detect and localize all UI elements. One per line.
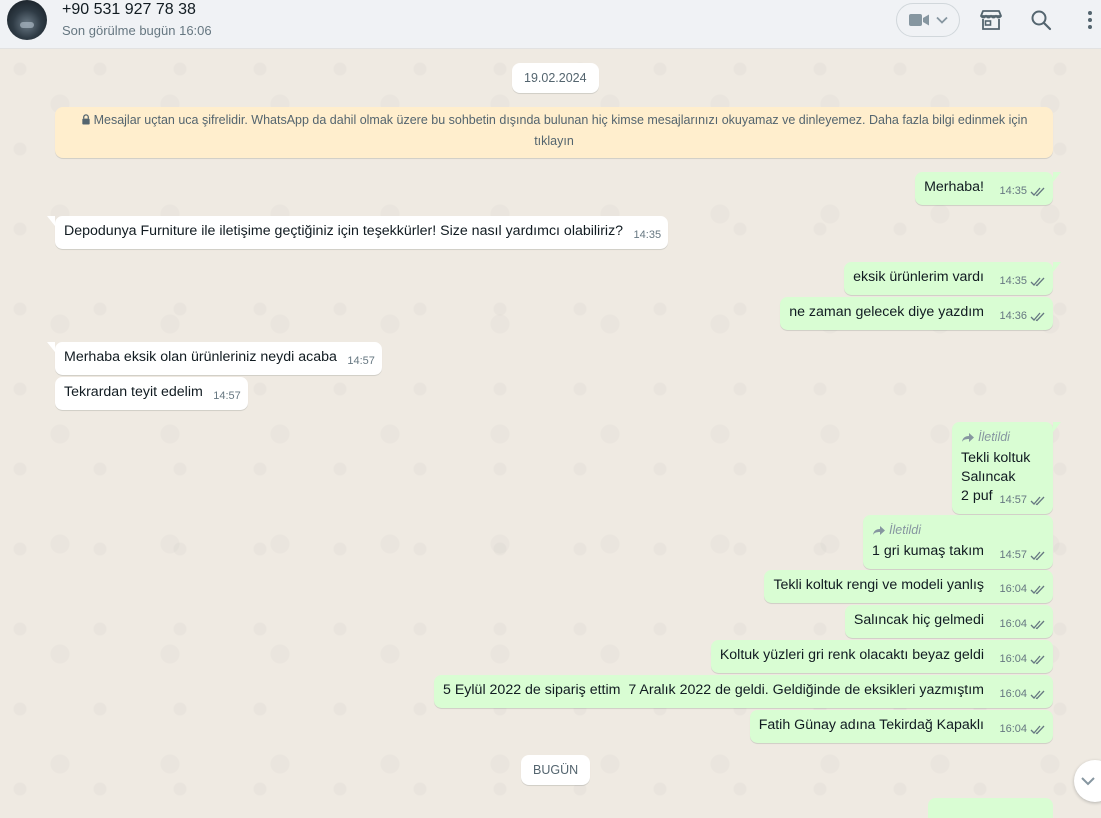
double-check-icon — [1030, 496, 1045, 506]
outgoing-message[interactable]: ne zaman gelecek diye yazdım 14:36 — [780, 297, 1053, 330]
message-time: 14:35 — [999, 275, 1027, 287]
message-text: Depodunya Furniture ile iletişime geçtiğ… — [64, 223, 624, 239]
message-text: 1 gri kumaş takım — [872, 543, 984, 559]
message-text: Koltuk yüzleri gri renk olacaktı beyaz g… — [719, 647, 984, 663]
forwarded-message[interactable]: İletildi 1 gri kumaş takım 14:57 — [863, 515, 1053, 569]
message-line: Salıncak — [961, 469, 1016, 485]
message-line: Tekli koltuk — [961, 450, 1031, 466]
last-seen-status: Son görülme bugün 16:06 — [62, 23, 212, 38]
message-text: Tekrardan teyit edelim — [64, 384, 203, 400]
date-divider-label: 19.02.2024 — [524, 71, 587, 85]
search-icon[interactable] — [1029, 8, 1053, 32]
forwarded-message[interactable]: İletildi Tekli koltuk Salıncak 2 puf 14:… — [952, 422, 1061, 514]
double-check-icon — [1030, 620, 1045, 630]
forward-icon — [962, 433, 974, 442]
incoming-message[interactable]: Depodunya Furniture ile iletişime geçtiğ… — [47, 216, 669, 249]
encryption-notice[interactable]: Mesajlar uçtan uca şifrelidir. WhatsApp … — [55, 107, 1053, 158]
double-check-icon — [1030, 725, 1045, 735]
outgoing-message[interactable]: Merhaba! 14:35 — [915, 172, 1061, 205]
message-time: 14:57 — [999, 494, 1027, 506]
message-text: eksik ürünlerim vardı — [853, 269, 984, 285]
message-time: 16:04 — [999, 618, 1027, 630]
message-time: 16:04 — [999, 688, 1027, 700]
double-check-icon — [1030, 551, 1045, 561]
menu-icon[interactable] — [1078, 8, 1101, 32]
message-text: Fatih Günay adına Tekirdağ Kapaklı — [758, 717, 984, 733]
forwarded-label: İletildi — [872, 521, 1046, 540]
outgoing-message[interactable]: eksik ürünlerim vardı 14:35 — [844, 262, 1061, 295]
double-check-icon — [1030, 277, 1045, 287]
chevron-down-icon — [1081, 777, 1095, 786]
forwarded-label: İletildi — [961, 428, 1046, 447]
message-time: 14:36 — [999, 310, 1027, 322]
encryption-notice-text: Mesajlar uçtan uca şifrelidir. WhatsApp … — [93, 113, 1028, 148]
message-text: ne zaman gelecek diye yazdım — [789, 304, 984, 320]
double-check-icon — [1030, 187, 1045, 197]
date-divider-label: BUGÜN — [533, 763, 579, 777]
incoming-message[interactable]: Tekrardan teyit edelim 14:57 — [55, 377, 248, 410]
contact-name[interactable]: +90 531 927 78 38 — [62, 1, 196, 19]
message-text: 5 Eylül 2022 de sipariş ettim 7 Aralık 2… — [443, 682, 984, 698]
message-time: 16:04 — [999, 723, 1027, 735]
message-list[interactable]: 19.02.2024 Mesajlar uçtan uca şifrelidir… — [0, 49, 1101, 818]
contact-avatar[interactable] — [7, 0, 47, 40]
message-time: 14:35 — [999, 185, 1027, 197]
message-time: 14:57 — [347, 355, 375, 367]
double-check-icon — [1030, 690, 1045, 700]
lock-icon — [81, 114, 90, 125]
message-time: 16:04 — [999, 583, 1027, 595]
chat-header: +90 531 927 78 38 Son görülme bugün 16:0… — [0, 0, 1101, 49]
video-call-icon — [909, 14, 929, 26]
chevron-down-icon — [936, 16, 948, 24]
message-time: 14:57 — [999, 549, 1027, 561]
double-check-icon — [1030, 655, 1045, 665]
double-check-icon — [1030, 585, 1045, 595]
outgoing-message[interactable] — [928, 798, 1053, 818]
forward-icon — [873, 526, 886, 535]
outgoing-message[interactable]: Tekli koltuk rengi ve modeli yanlış 16:0… — [764, 570, 1053, 603]
date-divider: BUGÜN — [521, 755, 591, 785]
outgoing-message[interactable]: 5 Eylül 2022 de sipariş ettim 7 Aralık 2… — [434, 675, 1053, 708]
incoming-message[interactable]: Merhaba eksik olan ürünleriniz neydi aca… — [47, 342, 382, 375]
double-check-icon — [1030, 312, 1045, 322]
scroll-down-button[interactable] — [1074, 760, 1101, 802]
outgoing-message[interactable]: Fatih Günay adına Tekirdağ Kapaklı 16:04 — [749, 710, 1053, 743]
video-call-button[interactable] — [896, 3, 960, 37]
message-time: 16:04 — [999, 653, 1027, 665]
message-text: Merhaba! — [924, 179, 984, 195]
outgoing-message[interactable]: Salıncak hiç gelmedi 16:04 — [844, 605, 1053, 638]
message-time: 14:57 — [213, 390, 241, 402]
message-text: Salıncak hiç gelmedi — [853, 612, 984, 628]
message-text: Merhaba eksik olan ürünleriniz neydi aca… — [64, 349, 337, 365]
store-icon[interactable] — [979, 8, 1003, 32]
date-divider: 19.02.2024 — [512, 63, 599, 93]
outgoing-message[interactable]: Koltuk yüzleri gri renk olacaktı beyaz g… — [710, 640, 1053, 673]
message-text: Tekli koltuk rengi ve modeli yanlış — [773, 577, 984, 593]
message-time: 14:35 — [633, 229, 662, 241]
